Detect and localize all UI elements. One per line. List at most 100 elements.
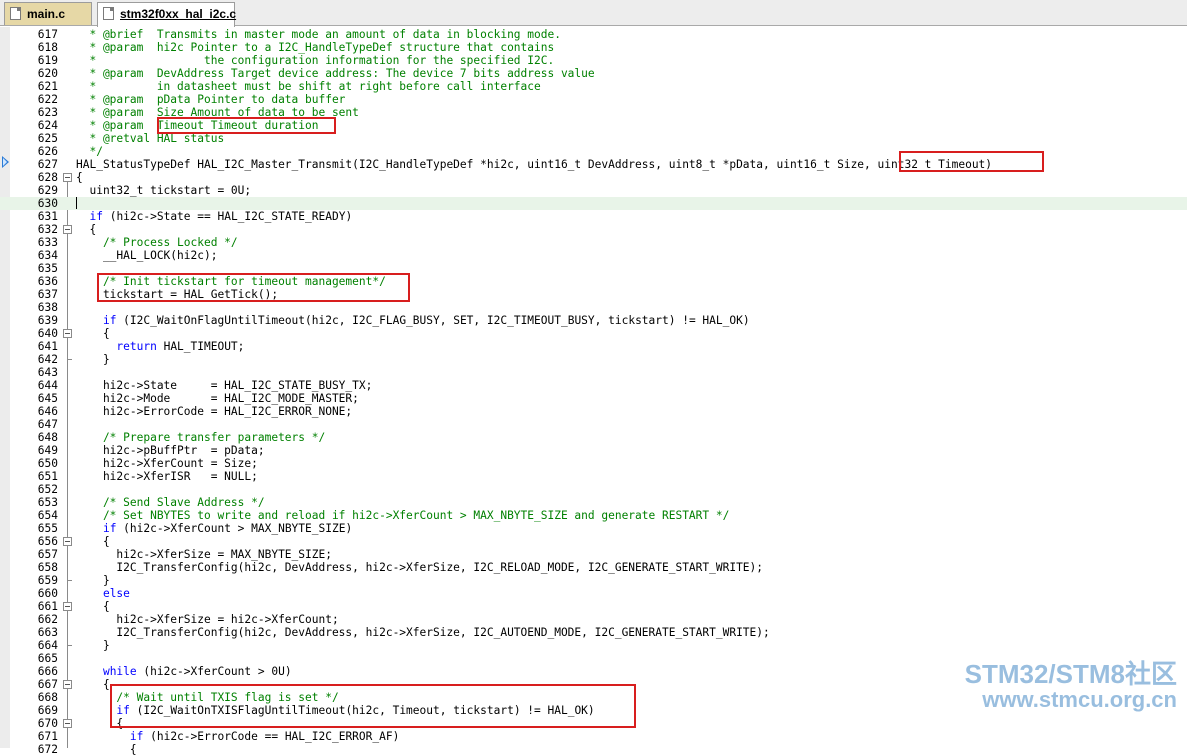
line-code[interactable]: I2C_TransferConfig(hi2c, DevAddress, hi2… [76,626,769,639]
line-code[interactable]: hi2c->XferSize = MAX_NBYTE_SIZE; [76,548,332,561]
line-number: 636 [37,275,58,288]
fold-collapse-icon[interactable] [63,602,72,611]
line-code[interactable]: { [76,600,110,613]
code-line[interactable]: 656 { [0,535,1187,548]
line-code[interactable]: { [76,743,137,756]
code-line[interactable]: 629 uint32_t tickstart = 0U; [0,184,1187,197]
line-code[interactable]: if (I2C_WaitOnFlagUntilTimeout(hi2c, I2C… [76,314,750,327]
line-code[interactable]: __HAL_LOCK(hi2c); [76,249,218,262]
code-line[interactable]: 671 if (hi2c->ErrorCode == HAL_I2C_ERROR… [0,730,1187,743]
line-code[interactable]: uint32_t tickstart = 0U; [76,184,251,197]
code-line[interactable]: 664 } [0,639,1187,652]
code-line[interactable]: 617 * @brief Transmits in master mode an… [0,28,1187,41]
line-code[interactable]: hi2c->XferCount = Size; [76,457,258,470]
code-line[interactable]: 654 /* Set NBYTES to write and reload if… [0,509,1187,522]
code-line[interactable]: 652 [0,483,1187,496]
code-line[interactable]: 651 hi2c->XferISR = NULL; [0,470,1187,483]
code-line[interactable]: 658 I2C_TransferConfig(hi2c, DevAddress,… [0,561,1187,574]
code-line[interactable]: 632 { [0,223,1187,236]
code-line[interactable]: 619 * the configuration information for … [0,54,1187,67]
code-line[interactable]: 643 [0,366,1187,379]
code-line[interactable]: 672 { [0,743,1187,756]
code-line[interactable]: 622 * @param pData Pointer to data buffe… [0,93,1187,106]
line-code[interactable]: */ [76,145,102,158]
line-code[interactable]: hi2c->ErrorCode = HAL_I2C_ERROR_NONE; [76,405,352,418]
line-code[interactable]: hi2c->XferSize = hi2c->XferCount; [76,613,339,626]
line-code[interactable]: I2C_TransferConfig(hi2c, DevAddress, hi2… [76,561,763,574]
line-code[interactable]: * @param pData Pointer to data buffer [76,93,345,106]
code-line[interactable]: 638 [0,301,1187,314]
code-line[interactable]: 628 { [0,171,1187,184]
line-code[interactable]: } [76,639,110,652]
line-number: 646 [37,405,58,418]
code-line[interactable]: 642 } [0,353,1187,366]
code-line[interactable]: 641 return HAL_TIMEOUT; [0,340,1187,353]
line-code[interactable]: HAL_StatusTypeDef HAL_I2C_Master_Transmi… [76,158,992,171]
code-line[interactable]: 648 /* Prepare transfer parameters */ [0,431,1187,444]
line-code[interactable]: { [76,678,110,691]
code-line[interactable]: 657 hi2c->XferSize = MAX_NBYTE_SIZE; [0,548,1187,561]
line-code[interactable]: * @brief Transmits in master mode an amo… [76,28,560,41]
tab-stm32f0xx-hal-i2c-c[interactable]: stm32f0xx_hal_i2c.c [97,2,236,27]
fold-collapse-icon[interactable] [63,680,72,689]
code-line[interactable]: 644 hi2c->State = HAL_I2C_STATE_BUSY_TX; [0,379,1187,392]
code-line[interactable]: 655 if (hi2c->XferCount > MAX_NBYTE_SIZE… [0,522,1187,535]
code-line[interactable]: 660 else [0,587,1187,600]
code-line[interactable]: 630 [0,197,1187,210]
code-line[interactable]: 620 * @param DevAddress Target device ad… [0,67,1187,80]
highlight-timeout-arg [899,151,1044,172]
fold-collapse-icon[interactable] [63,329,72,338]
code-comment: /* Process Locked */ [76,236,238,249]
code-line[interactable]: 640 { [0,327,1187,340]
line-code[interactable]: hi2c->XferISR = NULL; [76,470,258,483]
code-line[interactable]: 653 /* Send Slave Address */ [0,496,1187,509]
code-line[interactable]: 634 __HAL_LOCK(hi2c); [0,249,1187,262]
line-code[interactable]: hi2c->Mode = HAL_I2C_MODE_MASTER; [76,392,359,405]
code-line[interactable]: 659 } [0,574,1187,587]
fold-collapse-icon[interactable] [63,173,72,182]
code-line[interactable]: 633 /* Process Locked */ [0,236,1187,249]
line-code[interactable]: hi2c->pBuffPtr = pData; [76,444,265,457]
line-code[interactable]: if (hi2c->XferCount > MAX_NBYTE_SIZE) [76,522,352,535]
line-code[interactable]: * @param hi2c Pointer to a I2C_HandleTyp… [76,41,554,54]
line-code[interactable]: { [76,171,83,184]
line-code[interactable]: /* Send Slave Address */ [76,496,265,509]
line-code[interactable]: } [76,353,110,366]
fold-collapse-icon[interactable] [63,537,72,546]
code-line[interactable]: 663 I2C_TransferConfig(hi2c, DevAddress,… [0,626,1187,639]
line-code[interactable]: /* Prepare transfer parameters */ [76,431,325,444]
line-code[interactable]: * in datasheet must be shift at right be… [76,80,540,93]
code-editor[interactable]: 617 * @brief Transmits in master mode an… [0,27,1187,756]
code-line[interactable]: 621 * in datasheet must be shift at righ… [0,80,1187,93]
line-code[interactable]: /* Process Locked */ [76,236,238,249]
code-text: hi2c->XferSize = hi2c->XferCount; [76,613,339,626]
code-line[interactable]: 646 hi2c->ErrorCode = HAL_I2C_ERROR_NONE… [0,405,1187,418]
line-code[interactable]: { [76,535,110,548]
line-code[interactable]: if (hi2c->ErrorCode == HAL_I2C_ERROR_AF) [76,730,399,743]
code-line[interactable]: 631 if (hi2c->State == HAL_I2C_STATE_REA… [0,210,1187,223]
code-line[interactable]: 650 hi2c->XferCount = Size; [0,457,1187,470]
fold-collapse-icon[interactable] [63,225,72,234]
code-line[interactable]: 639 if (I2C_WaitOnFlagUntilTimeout(hi2c,… [0,314,1187,327]
tab-main-c[interactable]: main.c [4,2,92,25]
line-code[interactable]: * @param DevAddress Target device addres… [76,67,594,80]
line-code[interactable]: } [76,574,110,587]
code-line[interactable]: 647 [0,418,1187,431]
code-line[interactable]: 662 hi2c->XferSize = hi2c->XferCount; [0,613,1187,626]
code-line[interactable]: 649 hi2c->pBuffPtr = pData; [0,444,1187,457]
fold-collapse-icon[interactable] [63,719,72,728]
line-code[interactable]: { [76,223,96,236]
code-line[interactable]: 661 { [0,600,1187,613]
line-code[interactable]: else [76,587,130,600]
line-code[interactable]: * the configuration information for the … [76,54,554,67]
line-code[interactable]: if (hi2c->State == HAL_I2C_STATE_READY) [76,210,352,223]
file-icon [103,7,114,20]
line-code[interactable]: while (hi2c->XferCount > 0U) [76,665,292,678]
code-text: { [76,535,110,548]
line-code[interactable]: /* Set NBYTES to write and reload if hi2… [76,509,729,522]
code-line[interactable]: 618 * @param hi2c Pointer to a I2C_Handl… [0,41,1187,54]
line-code[interactable]: hi2c->State = HAL_I2C_STATE_BUSY_TX; [76,379,372,392]
line-code[interactable]: { [76,327,110,340]
code-line[interactable]: 645 hi2c->Mode = HAL_I2C_MODE_MASTER; [0,392,1187,405]
line-code[interactable]: return HAL_TIMEOUT; [76,340,244,353]
